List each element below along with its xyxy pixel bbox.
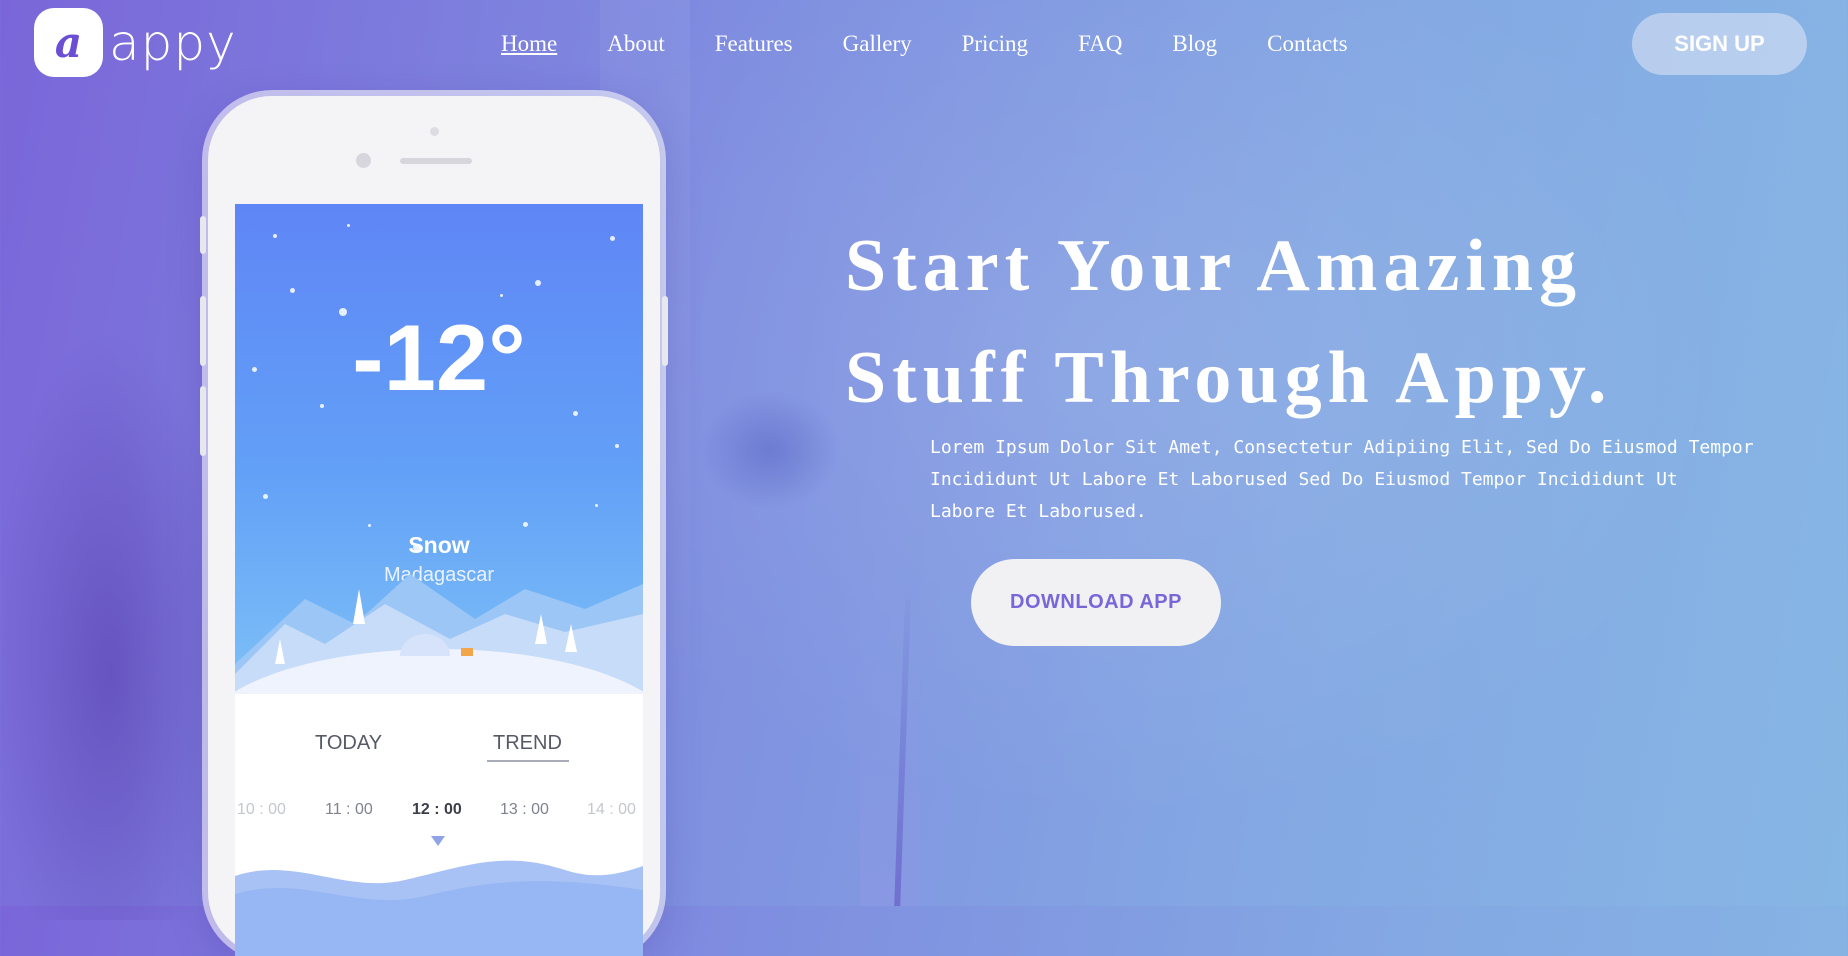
snowflake [347,224,350,227]
hero-description-line: Incididunt Ut Labore Et Laborused Sed Do… [930,469,1678,490]
snowflake [500,294,503,297]
snowflake [610,236,615,241]
download-app-button[interactable]: DOWNLOAD APP [971,559,1221,646]
snowflake [368,524,371,527]
time-slot[interactable]: 11 : 00 [325,801,373,819]
nav-item-home[interactable]: Home [501,30,557,58]
time-slot[interactable]: 13 : 00 [500,801,549,819]
phone-mute-switch [200,216,206,254]
time-slot[interactable]: 10 : 00 [237,801,286,819]
snowflake [290,288,295,293]
time-slot[interactable]: 14 : 00 [587,801,636,819]
phone-camera-icon [356,153,371,168]
signup-button[interactable]: SIGN UP [1632,13,1807,75]
logo-mark-icon: a [34,8,103,77]
snowflake [523,522,528,527]
weather-sky: -12° Snow Madagascar [235,204,643,694]
snowflake [535,280,541,286]
phone-volume-down [200,386,206,456]
phone-speaker [400,158,472,164]
nav-item-about[interactable]: About [607,30,665,58]
brand-logo[interactable]: a appy [34,8,237,77]
temperature-wave [235,860,643,956]
nav-item-faq[interactable]: FAQ [1078,30,1122,58]
hero-title-line: Start Your Amazing [845,225,1582,307]
nav-item-features[interactable]: Features [715,30,793,58]
snowy-landscape [235,574,643,694]
phone-sensor [430,127,439,136]
tab-trend[interactable]: TREND [493,732,562,755]
snowflake [273,234,277,238]
nav-item-blog[interactable]: Blog [1172,30,1217,58]
temperature-value: -12° [352,305,526,410]
snowflake [263,494,268,499]
snowflake [595,504,598,507]
tab-indicator [487,760,569,762]
weather-tabs: TODAY TREND [235,704,643,774]
background-blob [700,390,840,510]
background-vase [860,650,920,906]
hero-title: Start Your Amazing Stuff Through Appy. [845,210,1845,434]
phone-volume-up [200,296,206,366]
hero-title-line: Stuff Through Appy. [845,337,1613,419]
nav-item-gallery[interactable]: Gallery [843,30,912,58]
time-slot-current[interactable]: 12 : 00 [412,801,462,819]
hero-description: Lorem Ipsum Dolor Sit Amet, Consectetur … [930,432,1848,528]
snowflake [615,444,619,448]
tab-today[interactable]: TODAY [315,732,382,755]
phone-mockup: -12° Snow Madagascar TODAY TREND 10 : 00 [200,96,668,956]
hero-description-line: Labore Et Laborused. [930,501,1147,522]
phone-screen: -12° Snow Madagascar TODAY TREND 10 : 00 [235,204,643,956]
nav-item-contacts[interactable]: Contacts [1267,30,1348,58]
nav-item-pricing[interactable]: Pricing [962,30,1028,58]
brand-name: appy [109,13,237,72]
hero-description-line: Lorem Ipsum Dolor Sit Amet, Consectetur … [930,437,1754,458]
main-nav: Home About Features Gallery Pricing FAQ … [501,30,1398,58]
caret-down-icon [431,836,445,846]
phone-power-button [662,296,668,366]
hourly-timeline: 10 : 00 11 : 00 12 : 00 13 : 00 14 : 00 [235,801,643,825]
